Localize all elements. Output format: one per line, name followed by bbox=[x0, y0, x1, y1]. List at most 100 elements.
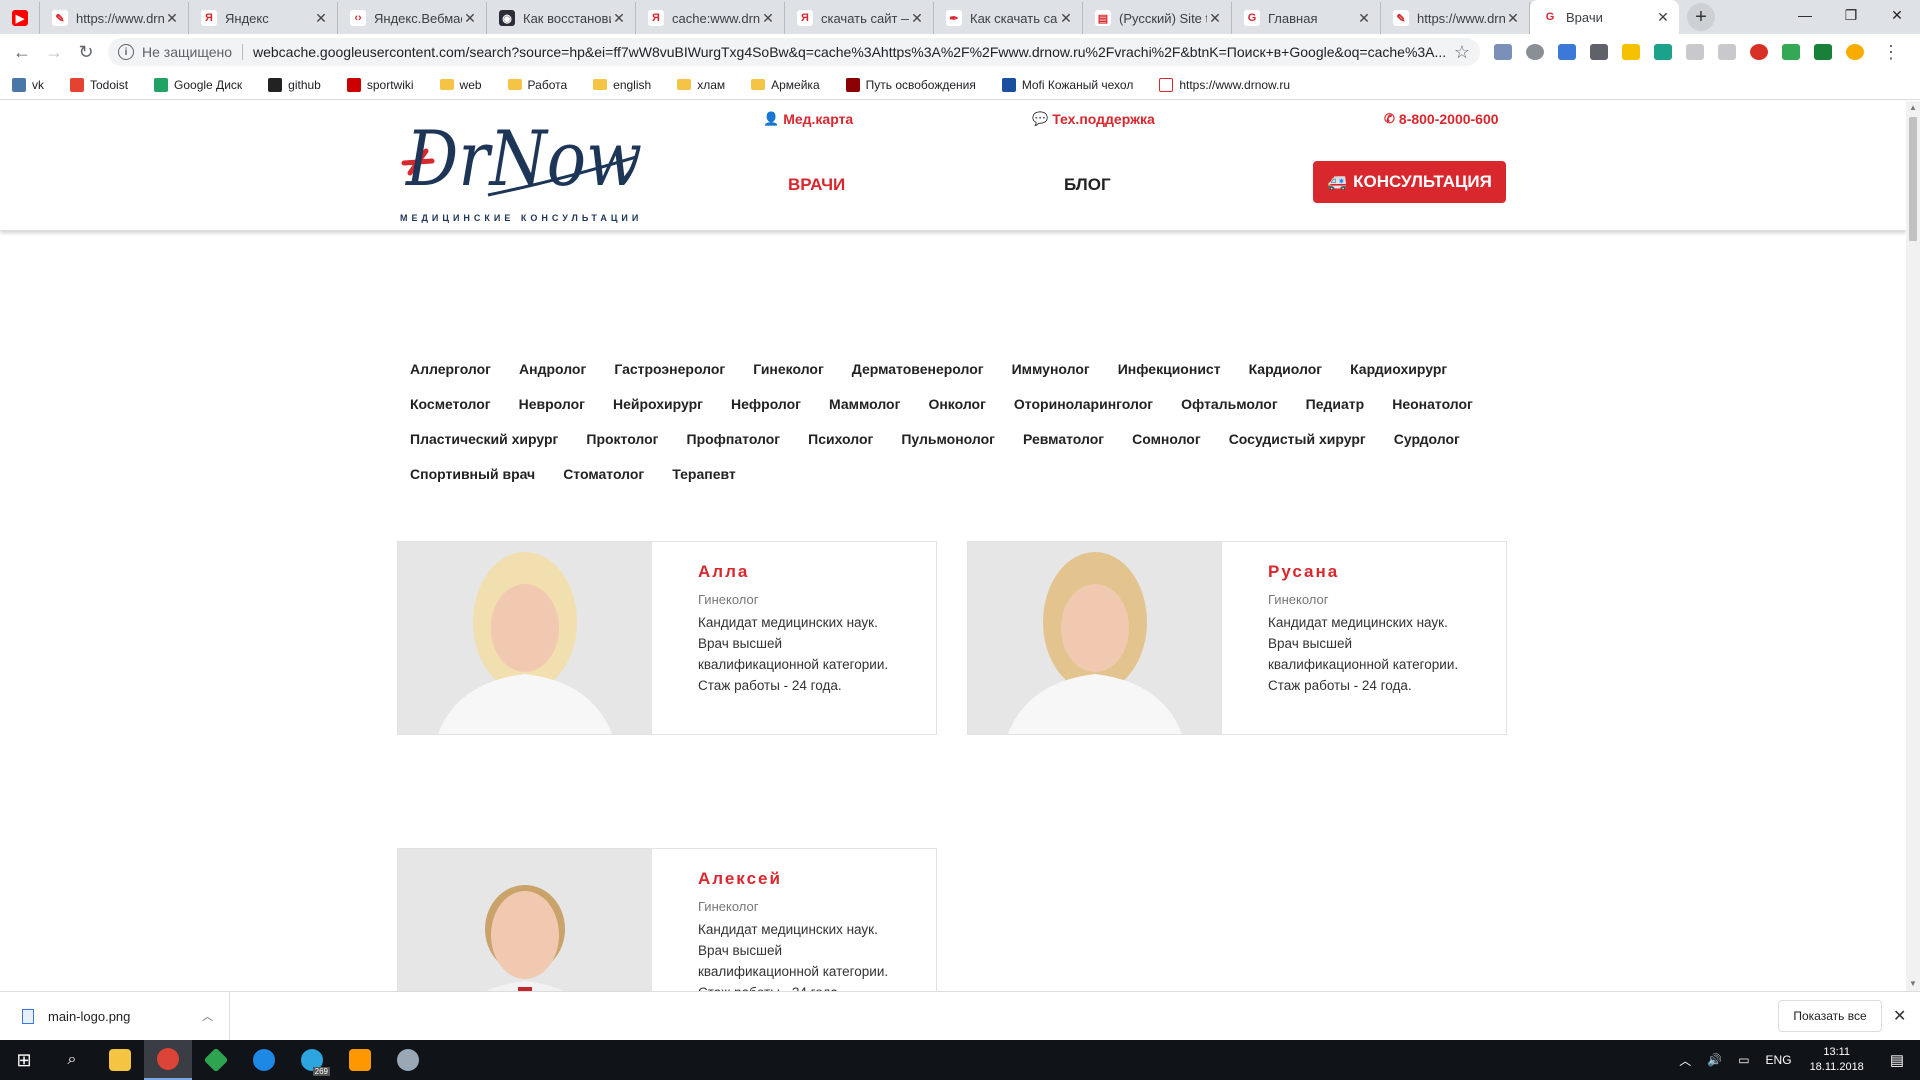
tab-close-icon[interactable]: ✕ bbox=[164, 10, 180, 27]
tab-close-icon[interactable]: ✕ bbox=[1655, 9, 1671, 26]
specialty-link[interactable]: Косметолог bbox=[410, 396, 491, 412]
download-item[interactable]: main-logo.png ︿ bbox=[0, 991, 230, 1041]
windows-start-icon[interactable]: ⊞ bbox=[0, 1040, 48, 1080]
firefox-icon[interactable] bbox=[240, 1040, 288, 1080]
specialty-link[interactable]: Спортивный врач bbox=[410, 466, 535, 482]
tab-close-icon[interactable]: ✕ bbox=[1058, 10, 1074, 27]
url-text[interactable]: webcache.googleusercontent.com/search?so… bbox=[253, 44, 1448, 60]
scroll-up-icon[interactable]: ▲ bbox=[1906, 101, 1920, 115]
doctor-name[interactable]: Алексей bbox=[698, 869, 923, 889]
tab-close-icon[interactable]: ✕ bbox=[1356, 10, 1372, 27]
extension-icon[interactable] bbox=[1622, 44, 1640, 60]
browser-tab[interactable]: ‹› Яндекс.Вебмас ✕ bbox=[338, 2, 487, 34]
doctor-card[interactable]: Алексей Гинеколог Кандидат медицинских нау… bbox=[397, 848, 937, 991]
specialty-link[interactable]: Офтальмолог bbox=[1181, 396, 1278, 412]
bookmark-item[interactable]: https://www.drnow.ru bbox=[1159, 77, 1290, 92]
back-button[interactable]: ← bbox=[6, 42, 38, 63]
page-scrollbar[interactable]: ▲ ▼ bbox=[1906, 101, 1920, 991]
chevron-up-icon[interactable]: ︿ bbox=[202, 1008, 213, 1024]
browser-tab[interactable]: G Врачи ✕ bbox=[1530, 0, 1679, 34]
tab-close-icon[interactable]: ✕ bbox=[760, 10, 776, 27]
phone-link[interactable]: ✆ 8-800-2000-600 bbox=[1384, 111, 1499, 127]
bookmark-item[interactable]: Работа bbox=[507, 78, 567, 92]
specialty-link[interactable]: Ревматолог bbox=[1023, 431, 1104, 447]
bookmark-item[interactable]: Google Диск bbox=[154, 77, 242, 92]
extension-icon[interactable] bbox=[1686, 44, 1704, 60]
browser-tab[interactable]: ▶✕ bbox=[0, 2, 40, 34]
star-icon[interactable]: ☆ bbox=[1454, 42, 1470, 63]
specialty-link[interactable]: Психолог bbox=[808, 431, 873, 447]
reload-button[interactable]: ↻ bbox=[70, 42, 102, 63]
tab-close-icon[interactable]: ✕ bbox=[1207, 10, 1223, 27]
medcard-link[interactable]: 👤 Мед.карта bbox=[763, 111, 853, 127]
notifications-icon[interactable]: ▤ bbox=[1890, 1051, 1904, 1069]
nav-blog[interactable]: БЛОГ bbox=[1064, 175, 1111, 195]
menu-icon[interactable]: ⋮ bbox=[1882, 42, 1900, 63]
cart-extension-icon[interactable] bbox=[1590, 44, 1608, 60]
specialty-link[interactable]: Кардиохирург bbox=[1350, 361, 1447, 377]
new-tab-button[interactable]: + bbox=[1687, 3, 1715, 31]
specialty-link[interactable]: Невролог bbox=[519, 396, 585, 412]
doctor-name[interactable]: Русана bbox=[1268, 562, 1493, 582]
specialty-link[interactable]: Пластический хирург bbox=[410, 431, 558, 447]
tab-close-icon[interactable]: ✕ bbox=[462, 10, 478, 27]
language-indicator[interactable]: ENG bbox=[1766, 1053, 1792, 1067]
specialty-link[interactable]: Сомнолог bbox=[1132, 431, 1201, 447]
browser-tab[interactable]: ✎ https://www.drn ✕ bbox=[40, 2, 189, 34]
extension-icon[interactable] bbox=[1814, 44, 1832, 60]
bookmark-item[interactable]: Todoist bbox=[70, 77, 128, 92]
doctor-card[interactable]: Алла Гинеколог Кандидат медицинских наук. В… bbox=[397, 541, 937, 735]
browser-tab[interactable]: G Главная ✕ bbox=[1232, 2, 1381, 34]
forward-button[interactable]: → bbox=[38, 42, 70, 63]
bookmark-item[interactable]: github bbox=[268, 77, 321, 92]
specialty-link[interactable]: Педиатр bbox=[1306, 396, 1365, 412]
specialty-link[interactable]: Инфекционист bbox=[1118, 361, 1221, 377]
scroll-down-icon[interactable]: ▼ bbox=[1906, 977, 1920, 991]
volume-icon[interactable]: 🔊 bbox=[1707, 1053, 1722, 1067]
minimize-button[interactable]: — bbox=[1782, 0, 1828, 30]
app-icon[interactable] bbox=[384, 1040, 432, 1080]
search-icon[interactable]: ⌕ bbox=[48, 1040, 96, 1080]
specialty-link[interactable]: Аллерголог bbox=[410, 361, 491, 377]
show-all-downloads-button[interactable]: Показать все bbox=[1778, 1000, 1882, 1032]
extension-icon[interactable] bbox=[1526, 44, 1544, 60]
support-link[interactable]: 💬 Тех.поддержка bbox=[1032, 111, 1155, 127]
nav-doctors[interactable]: ВРАЧИ bbox=[788, 175, 845, 195]
browser-tab[interactable]: Яcache:www.drnc ✕ bbox=[636, 2, 785, 34]
browser-tab[interactable]: ▤ (Русский) Site tc ✕ bbox=[1083, 2, 1232, 34]
bookmark-item[interactable]: english bbox=[593, 78, 651, 92]
scrollbar-thumb[interactable] bbox=[1909, 117, 1917, 241]
browser-tab[interactable]: Я Яндекс ✕ bbox=[189, 2, 338, 34]
browser-tab[interactable]: ✎ https://www.drn ✕ bbox=[1381, 2, 1530, 34]
specialty-link[interactable]: Профпатолог bbox=[687, 431, 781, 447]
tab-close-icon[interactable]: ✕ bbox=[313, 10, 329, 27]
tab-close-icon[interactable]: ✕ bbox=[1505, 10, 1521, 27]
specialty-link[interactable]: Проктолог bbox=[586, 431, 658, 447]
bookmark-item[interactable]: Mofi Кожаный чехол bbox=[1001, 77, 1133, 92]
maximize-button[interactable]: ❐ bbox=[1828, 0, 1874, 30]
specialty-link[interactable]: Терапевт bbox=[672, 466, 736, 482]
doctor-card[interactable]: Русана Гинеколог Кандидат медицинских наук… bbox=[967, 541, 1507, 735]
bookmark-item[interactable]: sportwiki bbox=[346, 77, 414, 92]
info-icon[interactable]: i bbox=[118, 44, 134, 60]
specialty-link[interactable]: Неонатолог bbox=[1392, 396, 1473, 412]
mail-extension-icon[interactable] bbox=[1494, 44, 1512, 60]
git-tool-icon[interactable] bbox=[192, 1040, 240, 1080]
bookmark-item[interactable]: web bbox=[439, 78, 482, 92]
doctor-name[interactable]: Алла bbox=[698, 562, 923, 582]
extension-icon[interactable] bbox=[1718, 44, 1736, 60]
specialty-link[interactable]: Гастроэнеролог bbox=[614, 361, 725, 377]
chevron-up-icon[interactable]: ︿ bbox=[1679, 1052, 1691, 1069]
close-window-button[interactable]: ✕ bbox=[1874, 0, 1920, 30]
extension-icon[interactable] bbox=[1654, 44, 1672, 60]
profile-avatar[interactable] bbox=[1846, 44, 1864, 60]
specialty-link[interactable]: Кардиолог bbox=[1249, 361, 1323, 377]
browser-tab[interactable]: ✒ Как скачать сай ✕ bbox=[934, 2, 1083, 34]
specialty-link[interactable]: Дерматовенеролог bbox=[852, 361, 984, 377]
tab-close-icon[interactable]: ✕ bbox=[909, 10, 925, 27]
sublime-text-icon[interactable] bbox=[336, 1040, 384, 1080]
site-logo[interactable]: DrNow МЕДИЦИНСКИЕ КОНСУЛЬТАЦИИ bbox=[396, 107, 652, 225]
bookmark-item[interactable]: Путь освобождения bbox=[845, 77, 976, 92]
file-explorer-icon[interactable] bbox=[96, 1040, 144, 1080]
telegram-icon[interactable]: 269 bbox=[288, 1040, 336, 1080]
